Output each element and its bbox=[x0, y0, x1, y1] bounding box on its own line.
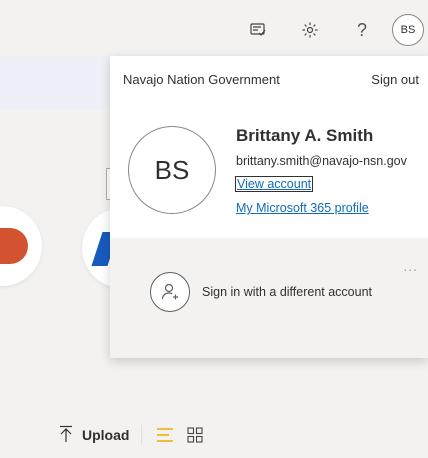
add-person-icon bbox=[150, 272, 190, 312]
m365-profile-link[interactable]: My Microsoft 365 profile bbox=[236, 201, 369, 215]
sign-in-different-account-button[interactable]: Sign in with a different account bbox=[150, 272, 372, 312]
current-account-section: Navajo Nation Government Sign out BS Bri… bbox=[110, 56, 428, 238]
files-toolbar: Upload bbox=[58, 422, 214, 448]
feedback-icon[interactable] bbox=[246, 18, 270, 42]
header-bar: ? BS bbox=[0, 0, 428, 56]
office-home-page: ? BS Upload Navajo Nation Government Sig… bbox=[0, 0, 428, 458]
account-manager-panel: Navajo Nation Government Sign out BS Bri… bbox=[110, 56, 428, 358]
user-name: Brittany A. Smith bbox=[236, 126, 374, 145]
user-avatar: BS bbox=[128, 126, 216, 214]
upload-icon bbox=[58, 425, 74, 446]
organization-name: Navajo Nation Government bbox=[123, 72, 280, 87]
sign-out-link[interactable]: Sign out bbox=[371, 72, 419, 87]
sign-in-different-account-label: Sign in with a different account bbox=[202, 285, 373, 299]
account-avatar-button[interactable]: BS bbox=[392, 14, 424, 46]
settings-icon[interactable] bbox=[298, 18, 322, 42]
upload-label: Upload bbox=[82, 427, 130, 443]
toolbar-divider bbox=[141, 425, 143, 445]
user-email: brittany.smith@navajo-nsn.gov bbox=[236, 154, 407, 168]
grid-view-icon[interactable] bbox=[184, 424, 206, 446]
other-accounts-section: ... Sign in with a different account bbox=[110, 238, 428, 358]
view-account-link[interactable]: View account bbox=[235, 176, 314, 192]
upload-button[interactable]: Upload bbox=[58, 425, 129, 446]
more-options-icon[interactable]: ... bbox=[403, 258, 418, 274]
list-view-icon[interactable] bbox=[154, 424, 176, 446]
help-icon[interactable]: ? bbox=[350, 18, 374, 42]
